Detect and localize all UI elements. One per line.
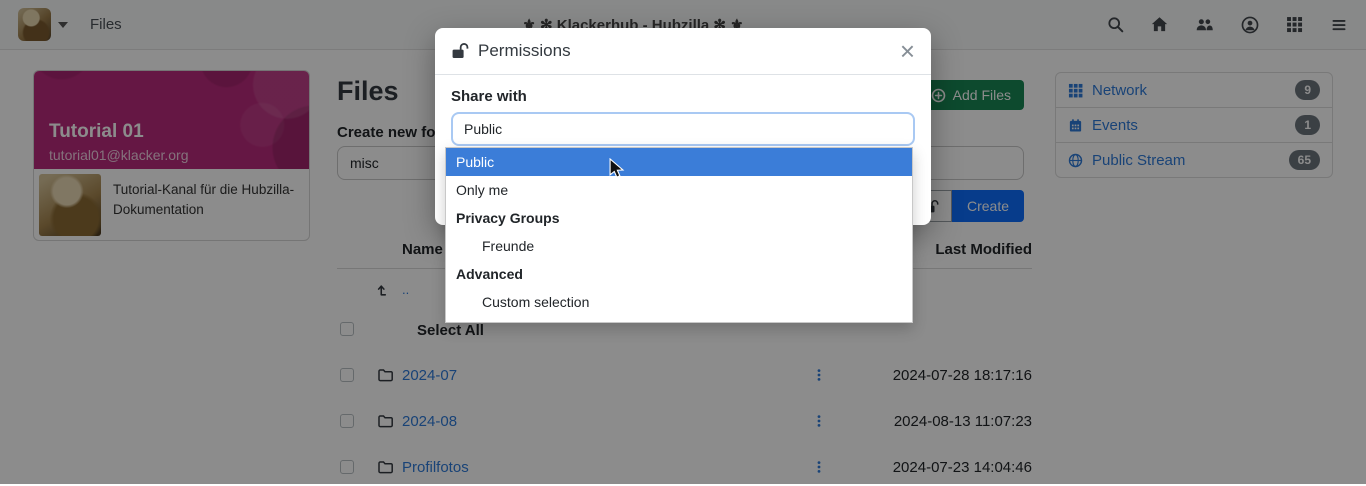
share-with-input[interactable]	[451, 112, 915, 146]
dropdown-option-public[interactable]: Public	[446, 148, 912, 176]
share-with-dropdown: Public Only me Privacy Groups Freunde Ad…	[445, 147, 913, 323]
dropdown-header-privacy-groups: Privacy Groups	[446, 204, 912, 232]
dropdown-option-freunde[interactable]: Freunde	[446, 232, 912, 260]
dropdown-option-only-me[interactable]: Only me	[446, 176, 912, 204]
dropdown-option-custom-selection[interactable]: Custom selection	[446, 288, 912, 316]
close-icon[interactable]: ×	[900, 38, 915, 64]
dropdown-header-advanced: Advanced	[446, 260, 912, 288]
unlock-icon	[451, 42, 469, 60]
share-with-label: Share with	[451, 88, 915, 105]
modal-title: Permissions	[478, 41, 571, 61]
